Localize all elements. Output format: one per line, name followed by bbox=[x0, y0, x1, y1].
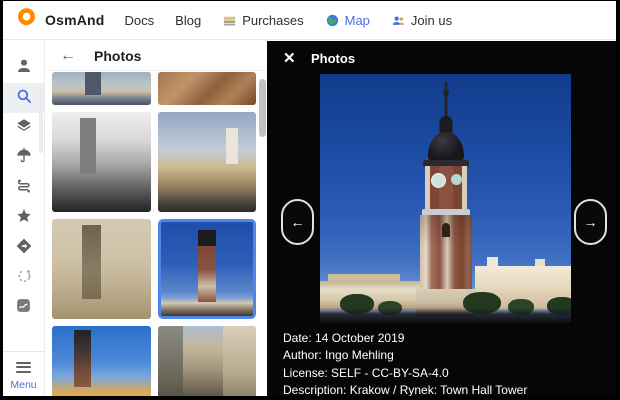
back-arrow-icon[interactable]: ← bbox=[60, 48, 76, 64]
sidebar-items bbox=[3, 53, 44, 323]
photos-scrollbar[interactable] bbox=[259, 79, 266, 137]
sidebar-item-navigation[interactable] bbox=[3, 233, 44, 263]
crowd-silhouettes bbox=[320, 308, 571, 323]
photo-thumbnail-7[interactable] bbox=[52, 326, 151, 396]
globe-icon bbox=[325, 13, 340, 28]
photos-panel: ← Photos bbox=[46, 41, 267, 396]
nav-map[interactable]: Map bbox=[325, 13, 370, 28]
photo-thumbnail-8[interactable] bbox=[158, 326, 257, 396]
brand-name: OsmAnd bbox=[45, 12, 105, 28]
sidebar-item-tracks[interactable] bbox=[3, 173, 44, 203]
purchases-icon bbox=[222, 13, 237, 28]
nav-join-us[interactable]: Join us bbox=[391, 13, 452, 28]
sidebar-item-weather[interactable] bbox=[3, 143, 44, 173]
sidebar-scrollbar[interactable] bbox=[39, 89, 43, 153]
star-icon bbox=[15, 207, 33, 230]
photo-thumbnail-2[interactable] bbox=[158, 72, 257, 105]
sidebar-item-travel-guides[interactable] bbox=[3, 293, 44, 323]
photo-viewer: ✕ Photos ← → D bbox=[267, 41, 616, 396]
tower-dome bbox=[428, 132, 464, 162]
directions-diamond-icon bbox=[15, 237, 33, 260]
menu-label: Menu bbox=[10, 379, 36, 391]
route-squiggle-icon bbox=[15, 177, 33, 200]
osmand-pin-icon bbox=[16, 7, 37, 33]
nav-purchases[interactable]: Purchases bbox=[222, 13, 303, 28]
photo-metadata: Date: 14 October 2019 Author: Ingo Mehli… bbox=[283, 330, 527, 396]
photos-panel-header: ← Photos bbox=[46, 41, 267, 71]
sidebar-item-account[interactable] bbox=[3, 53, 44, 83]
photo-thumbnail-3[interactable] bbox=[52, 112, 151, 212]
meta-description: Description: Krakow / Rynek: Town Hall T… bbox=[283, 382, 527, 396]
sidebar-menu-button[interactable]: Menu bbox=[3, 351, 44, 391]
dotted-route-icon bbox=[15, 267, 33, 290]
top-nav-links: Docs Blog Purchases bbox=[125, 13, 453, 28]
next-photo-button[interactable]: → bbox=[574, 199, 607, 245]
photo-grid bbox=[52, 72, 256, 396]
top-navigation-bar: OsmAnd Docs Blog Purchases bbox=[3, 1, 616, 40]
nav-docs[interactable]: Docs bbox=[125, 13, 155, 28]
right-arrow-icon: → bbox=[584, 214, 598, 230]
layers-icon bbox=[15, 117, 33, 140]
left-arrow-icon: ← bbox=[291, 214, 305, 230]
tower-orb bbox=[443, 90, 449, 96]
meta-license: License: SELF - CC-BY-SA-4.0 bbox=[283, 365, 527, 382]
sidebar-item-favorites[interactable] bbox=[3, 203, 44, 233]
viewer-title: Photos bbox=[311, 51, 355, 66]
photo-thumbnail-4[interactable] bbox=[158, 112, 257, 212]
photo-thumbnail-6-selected[interactable] bbox=[158, 219, 257, 319]
previous-photo-button[interactable]: ← bbox=[281, 199, 314, 245]
screenshot-frame: OsmAnd Docs Blog Purchases bbox=[0, 0, 620, 400]
meta-author: Author: Ingo Mehling bbox=[283, 347, 527, 364]
meta-date: Date: 14 October 2019 bbox=[283, 330, 527, 347]
osmand-web-app: OsmAnd Docs Blog Purchases bbox=[3, 1, 616, 396]
photo-thumbnail-5[interactable] bbox=[52, 219, 151, 319]
tower-spire bbox=[444, 82, 447, 118]
left-sidebar: Menu bbox=[3, 41, 45, 396]
people-icon bbox=[391, 13, 406, 28]
search-icon bbox=[15, 87, 33, 110]
photo-thumbnail-1[interactable] bbox=[52, 72, 151, 105]
travel-badge-icon bbox=[15, 297, 32, 319]
nav-blog[interactable]: Blog bbox=[175, 13, 201, 28]
umbrella-icon bbox=[15, 147, 33, 170]
osmand-logo[interactable]: OsmAnd bbox=[16, 7, 105, 33]
sidebar-item-map-layers[interactable] bbox=[3, 113, 44, 143]
person-icon bbox=[15, 57, 33, 80]
tower-clock-section bbox=[425, 166, 467, 210]
close-icon[interactable]: ✕ bbox=[283, 49, 296, 67]
sidebar-item-search[interactable] bbox=[3, 83, 44, 113]
photos-panel-title: Photos bbox=[94, 48, 141, 64]
tower-shaft bbox=[420, 215, 472, 293]
sidebar-item-plan-route[interactable] bbox=[3, 263, 44, 293]
photo-large-town-hall-tower bbox=[320, 74, 571, 323]
hamburger-icon bbox=[16, 359, 31, 375]
